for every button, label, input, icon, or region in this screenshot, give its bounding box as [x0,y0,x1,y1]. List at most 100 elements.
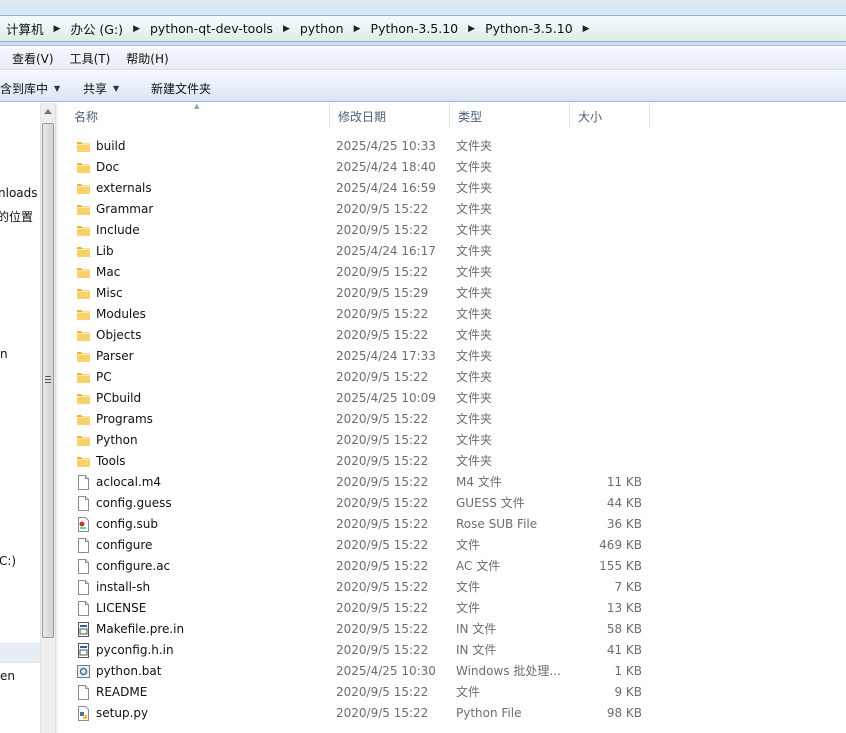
file-name[interactable]: README [96,682,147,703]
table-row[interactable]: configure.ac 2020/9/5 15:22 AC 文件 155 KB [60,556,650,577]
table-row[interactable]: PC 2020/9/5 15:22 文件夹 [60,367,650,388]
table-row[interactable]: Mac 2020/9/5 15:22 文件夹 [60,262,650,283]
nav-item-network[interactable]: en [0,669,15,683]
table-row[interactable]: aclocal.m4 2020/9/5 15:22 M4 文件 11 KB [60,472,650,493]
file-type: 文件 [456,538,481,552]
file-name[interactable]: Include [96,220,140,241]
file-name[interactable]: configure [96,535,152,556]
file-name[interactable]: Tools [96,451,126,472]
file-name[interactable]: LICENSE [96,598,146,619]
scroll-up-icon[interactable] [44,109,52,114]
file-name[interactable]: Modules [96,304,146,325]
table-row[interactable]: Include 2020/9/5 15:22 文件夹 [60,220,650,241]
breadcrumb-python[interactable]: python ▶ [300,21,371,36]
breadcrumb-drive[interactable]: 办公 (G:) ▶ [70,19,150,38]
table-row[interactable]: Modules 2020/9/5 15:22 文件夹 [60,304,650,325]
table-row[interactable]: Misc 2020/9/5 15:29 文件夹 [60,283,650,304]
file-name[interactable]: Makefile.pre.in [96,619,184,640]
breadcrumb-python-version[interactable]: Python-3.5.10 ▶ [371,21,486,36]
column-header-size[interactable]: 大小 [570,103,650,128]
table-row[interactable]: Doc 2025/4/24 18:40 文件夹 [60,157,650,178]
nav-scrollbar[interactable] [40,103,55,733]
menu-help[interactable]: 帮助(H) [118,50,176,67]
file-name[interactable]: Grammar [96,199,153,220]
file-name[interactable]: config.sub [96,514,158,535]
file-name[interactable]: Programs [96,409,153,430]
chevron-right-icon[interactable]: ▶ [350,24,371,34]
column-header-date[interactable]: 修改日期 [330,103,450,128]
breadcrumb[interactable]: 计算机 ▶ 办公 (G:) ▶ python-qt-dev-tools ▶ pytho… [0,15,846,42]
file-name[interactable]: python.bat [96,661,161,682]
pane-splitter[interactable] [55,103,58,733]
menu-tools[interactable]: 工具(T) [62,50,119,67]
file-name[interactable]: Parser [96,346,134,367]
include-in-library-button[interactable]: 包含到库中 ▼ [0,80,60,97]
file-date: 2020/9/5 15:22 [336,265,429,279]
file-name[interactable]: externals [96,178,152,199]
chevron-right-icon[interactable]: ▶ [579,24,600,34]
column-header-type[interactable]: 类型 [450,103,570,128]
file-name[interactable]: Doc [96,157,119,178]
file-name[interactable]: setup.py [96,703,148,724]
address-bar: 计算机 ▶ 办公 (G:) ▶ python-qt-dev-tools ▶ pytho… [0,0,846,46]
chevron-right-icon[interactable]: ▶ [279,24,300,34]
share-button[interactable]: 共享 ▼ [83,80,119,97]
table-row[interactable]: README 2020/9/5 15:22 文件 9 KB [60,682,650,703]
table-row[interactable]: Lib 2025/4/24 16:17 文件夹 [60,241,650,262]
new-folder-button[interactable]: 新建文件夹 [151,80,211,97]
file-size: 469 KB [599,538,642,552]
file-name[interactable]: config.guess [96,493,172,514]
file-icon [76,685,91,700]
table-row[interactable]: Parser 2025/4/24 17:33 文件夹 [60,346,650,367]
file-name[interactable]: build [96,136,126,157]
nav-item-recent-places[interactable]: 的位置 [0,208,33,225]
table-row[interactable]: setup.py 2020/9/5 15:22 Python File 98 KB [60,703,650,724]
file-type: IN 文件 [456,643,497,657]
breadcrumb-tools[interactable]: python-qt-dev-tools ▶ [150,21,300,36]
table-row[interactable]: Programs 2020/9/5 15:22 文件夹 [60,409,650,430]
table-row[interactable]: Grammar 2020/9/5 15:22 文件夹 [60,199,650,220]
table-row[interactable]: Tools 2020/9/5 15:22 文件夹 [60,451,650,472]
file-name[interactable]: install-sh [96,577,150,598]
table-row[interactable]: Makefile.pre.in 2020/9/5 15:22 IN 文件 58 KB [60,619,650,640]
file-name[interactable]: PCbuild [96,388,141,409]
file-name[interactable]: PC [96,367,112,388]
file-list[interactable]: 名称 ▲ 修改日期 类型 大小 build 2025/4/25 10:33 文件夹 D… [60,102,846,733]
nav-item-downloads[interactable]: nloads [0,186,38,200]
table-row[interactable]: pyconfig.h.in 2020/9/5 15:22 IN 文件 41 KB [60,640,650,661]
file-size: 44 KB [606,496,642,510]
file-name[interactable]: configure.ac [96,556,170,577]
chevron-right-icon[interactable]: ▶ [50,24,71,34]
file-name[interactable]: pyconfig.h.in [96,640,174,661]
folder-icon [76,181,91,196]
file-name[interactable]: Lib [96,241,114,262]
scroll-thumb[interactable] [42,123,54,638]
nav-item-partial[interactable]: n [0,347,8,361]
breadcrumb-computer[interactable]: 计算机 ▶ [6,19,70,38]
breadcrumb-current[interactable]: Python-3.5.10 ▶ [485,21,600,36]
table-row[interactable]: Python 2020/9/5 15:22 文件夹 [60,430,650,451]
chevron-right-icon[interactable]: ▶ [129,24,150,34]
file-date: 2020/9/5 15:22 [336,685,429,699]
table-row[interactable]: PCbuild 2025/4/25 10:09 文件夹 [60,388,650,409]
table-row[interactable]: LICENSE 2020/9/5 15:22 文件 13 KB [60,598,650,619]
table-row[interactable]: python.bat 2025/4/25 10:30 Windows 批处理... 1… [60,661,650,682]
file-name[interactable]: Misc [96,283,123,304]
table-row[interactable]: install-sh 2020/9/5 15:22 文件 7 KB [60,577,650,598]
table-row[interactable]: Objects 2020/9/5 15:22 文件夹 [60,325,650,346]
table-row[interactable]: build 2025/4/25 10:33 文件夹 [60,136,650,157]
file-type: 文件夹 [456,391,493,405]
table-row[interactable]: config.guess 2020/9/5 15:22 GUESS 文件 44 KB [60,493,650,514]
nav-item-drive-c[interactable]: C:) [0,554,16,568]
table-row[interactable]: configure 2020/9/5 15:22 文件 469 KB [60,535,650,556]
include-in-library-label: 包含到库中 [0,82,49,96]
menu-view[interactable]: 查看(V) [0,50,62,67]
table-row[interactable]: externals 2025/4/24 16:59 文件夹 [60,178,650,199]
file-name[interactable]: aclocal.m4 [96,472,161,493]
navigation-pane[interactable]: nloads 的位置 n C:) en [0,103,40,733]
table-row[interactable]: config.sub 2020/9/5 15:22 Rose SUB File 36 … [60,514,650,535]
chevron-right-icon[interactable]: ▶ [464,24,485,34]
file-name[interactable]: Mac [96,262,120,283]
file-name[interactable]: Python [96,430,138,451]
file-name[interactable]: Objects [96,325,141,346]
